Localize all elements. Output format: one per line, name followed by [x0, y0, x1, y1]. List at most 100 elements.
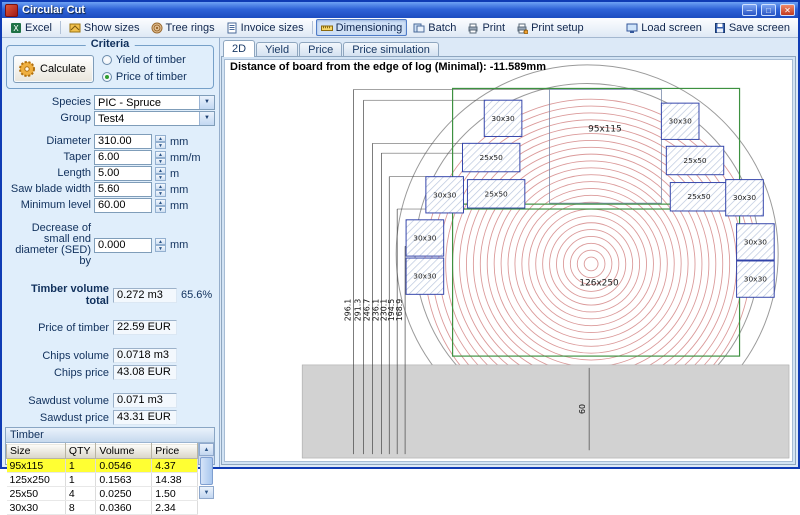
- toolbar-button-label: Show sizes: [84, 22, 140, 34]
- spinner-down-icon[interactable]: ▼: [155, 142, 166, 149]
- spinner-down-icon[interactable]: ▼: [155, 174, 166, 181]
- field-unit: mm/m: [170, 152, 201, 164]
- table-row-125x250[interactable]: 125x25010.156314.38: [7, 473, 198, 487]
- radio-price-of-timber[interactable]: [102, 72, 112, 82]
- species-dropdown[interactable]: PIC - Spruce▼: [94, 95, 215, 110]
- calculate-button[interactable]: Calculate: [13, 55, 94, 83]
- field-unit: mm: [170, 200, 188, 212]
- close-button[interactable]: ✕: [780, 4, 795, 16]
- toolbar-button-label: Load screen: [641, 22, 702, 34]
- window-title: Circular Cut: [22, 4, 738, 16]
- field-row-minimum-level: Minimum level60.00▲▼mm: [5, 198, 215, 213]
- log-cross-section-drawing: 296.1291.3246.7236.1230.1194.5168.9126x2…: [225, 60, 792, 461]
- result-label: Chips volume: [5, 350, 109, 362]
- length-stepper[interactable]: ▲▼: [155, 167, 166, 181]
- diameter-stepper[interactable]: ▲▼: [155, 135, 166, 149]
- dropdown-value: PIC - Spruce: [95, 96, 199, 109]
- dimension-label: 60: [578, 404, 587, 414]
- spinner-down-icon[interactable]: ▼: [155, 158, 166, 165]
- result-row-sawdust-price: Sawdust price43.31 EUR: [5, 410, 215, 425]
- minimum-level-area: [302, 365, 789, 458]
- spinner-up-icon[interactable]: ▲: [155, 238, 166, 245]
- saw-blade-width-input[interactable]: 5.60: [94, 182, 152, 197]
- result-label: Price of timber: [5, 322, 109, 334]
- decrease-of-small-end-diameter-sed-by-stepper[interactable]: ▲▼: [155, 238, 166, 252]
- toolbar-button-label: Invoice sizes: [241, 22, 304, 34]
- spinner-down-icon[interactable]: ▼: [155, 190, 166, 197]
- length-input[interactable]: 5.00: [94, 166, 152, 181]
- board-size-label: 25x50: [485, 189, 509, 198]
- chevron-down-icon[interactable]: ▼: [199, 112, 214, 125]
- scrollbar-thumb[interactable]: [200, 457, 213, 485]
- toolbar-button-print-setup[interactable]: Print setup: [511, 19, 589, 36]
- scroll-up-button[interactable]: ▲: [199, 443, 214, 456]
- spinner-down-icon[interactable]: ▼: [155, 245, 166, 252]
- timber-section: Timber SizeQTYVolumePrice 95x11510.05464…: [5, 427, 215, 465]
- minimize-button[interactable]: ─: [742, 4, 757, 16]
- toolbar-button-dimensioning[interactable]: Dimensioning: [316, 19, 408, 36]
- radio-yield-of-timber[interactable]: [102, 55, 112, 65]
- board-size-label: 126x250: [579, 279, 619, 289]
- column-header-price[interactable]: Price: [152, 444, 198, 459]
- table-row-30x30[interactable]: 30x3080.03602.34: [7, 501, 198, 515]
- chips-volume-value: 0.0718 m3: [113, 348, 177, 363]
- saw-blade-width-stepper[interactable]: ▲▼: [155, 183, 166, 197]
- toolbar-button-label: Dimensioning: [336, 22, 403, 34]
- field-label: Saw blade width: [5, 184, 91, 195]
- toolbar-button-excel[interactable]: XExcel: [5, 19, 57, 36]
- taper-input[interactable]: 6.00: [94, 150, 152, 165]
- toolbar-button-label: Excel: [25, 22, 52, 34]
- result-label: Timber volume total: [5, 283, 109, 307]
- criteria-title: Criteria: [86, 38, 135, 50]
- price-of-timber-value: 22.59 EUR: [113, 320, 177, 335]
- toolbar-button-show-sizes[interactable]: Show sizes: [64, 19, 145, 36]
- save-screen-icon: [714, 22, 726, 34]
- column-header-volume[interactable]: Volume: [96, 444, 152, 459]
- maximize-button[interactable]: □: [761, 4, 776, 16]
- result-row-sawdust-volume: Sawdust volume0.071 m3: [5, 393, 215, 408]
- tab-2d[interactable]: 2D: [223, 40, 255, 57]
- group-dropdown[interactable]: Test4▼: [94, 111, 215, 126]
- table-row-25x50[interactable]: 25x5040.02501.50: [7, 487, 198, 501]
- board-size-label: 30x30: [744, 237, 768, 246]
- taper-stepper[interactable]: ▲▼: [155, 151, 166, 165]
- table-cell: 125x250: [7, 473, 66, 487]
- column-header-qty[interactable]: QTY: [65, 444, 95, 459]
- result-row-chips-price: Chips price43.08 EUR: [5, 365, 215, 380]
- spinner-down-icon[interactable]: ▼: [155, 206, 166, 213]
- main-area: 2DYieldPricePrice simulation Distance of…: [220, 38, 798, 467]
- spinner-up-icon[interactable]: ▲: [155, 167, 166, 174]
- decrease-of-small-end-diameter-sed-by-input[interactable]: 0.000: [94, 238, 152, 253]
- column-header-size[interactable]: Size: [7, 444, 66, 459]
- table-row-95x115[interactable]: 95x11510.05464.37: [7, 459, 198, 473]
- diameter-input[interactable]: 310.00: [94, 134, 152, 149]
- tab-price[interactable]: Price: [299, 42, 342, 57]
- toolbar-button-label: Print: [482, 22, 505, 34]
- chevron-down-icon[interactable]: ▼: [199, 96, 214, 109]
- criteria-groupbox: Criteria Calculate Yield of timberPrice …: [6, 45, 214, 89]
- spinner-up-icon[interactable]: ▲: [155, 151, 166, 158]
- toolbar-button-invoice-sizes[interactable]: Invoice sizes: [221, 19, 309, 36]
- scroll-down-button[interactable]: ▼: [199, 486, 214, 499]
- tab-yield[interactable]: Yield: [256, 42, 298, 57]
- tab-page-2d: Distance of board from the edge of log (…: [221, 56, 796, 465]
- table-cell: 2.34: [152, 501, 198, 515]
- field-row-length: Length5.00▲▼m: [5, 166, 215, 181]
- toolbar-button-load-screen[interactable]: Load screen: [621, 19, 707, 36]
- spinner-up-icon[interactable]: ▲: [155, 135, 166, 142]
- toolbar-button-tree-rings[interactable]: Tree rings: [146, 19, 220, 36]
- minimum-level-stepper[interactable]: ▲▼: [155, 199, 166, 213]
- invoice-sizes-icon: [226, 22, 238, 34]
- toolbar-button-print[interactable]: Print: [462, 19, 510, 36]
- spinner-up-icon[interactable]: ▲: [155, 199, 166, 206]
- excel-icon: X: [10, 22, 22, 34]
- minimum-level-input[interactable]: 60.00: [94, 198, 152, 213]
- tab-price-simulation[interactable]: Price simulation: [343, 42, 439, 57]
- field-row-decrease-of-small-end-diameter-sed-by: Decrease of small end diameter (SED) by0…: [5, 223, 215, 267]
- spinner-up-icon[interactable]: ▲: [155, 183, 166, 190]
- radio-label: Price of timber: [116, 71, 187, 83]
- radio-label: Yield of timber: [116, 54, 186, 66]
- timber-table-scrollbar[interactable]: ▲ ▼: [198, 443, 214, 464]
- toolbar-button-save-screen[interactable]: Save screen: [709, 19, 795, 36]
- toolbar-button-batch[interactable]: Batch: [408, 19, 461, 36]
